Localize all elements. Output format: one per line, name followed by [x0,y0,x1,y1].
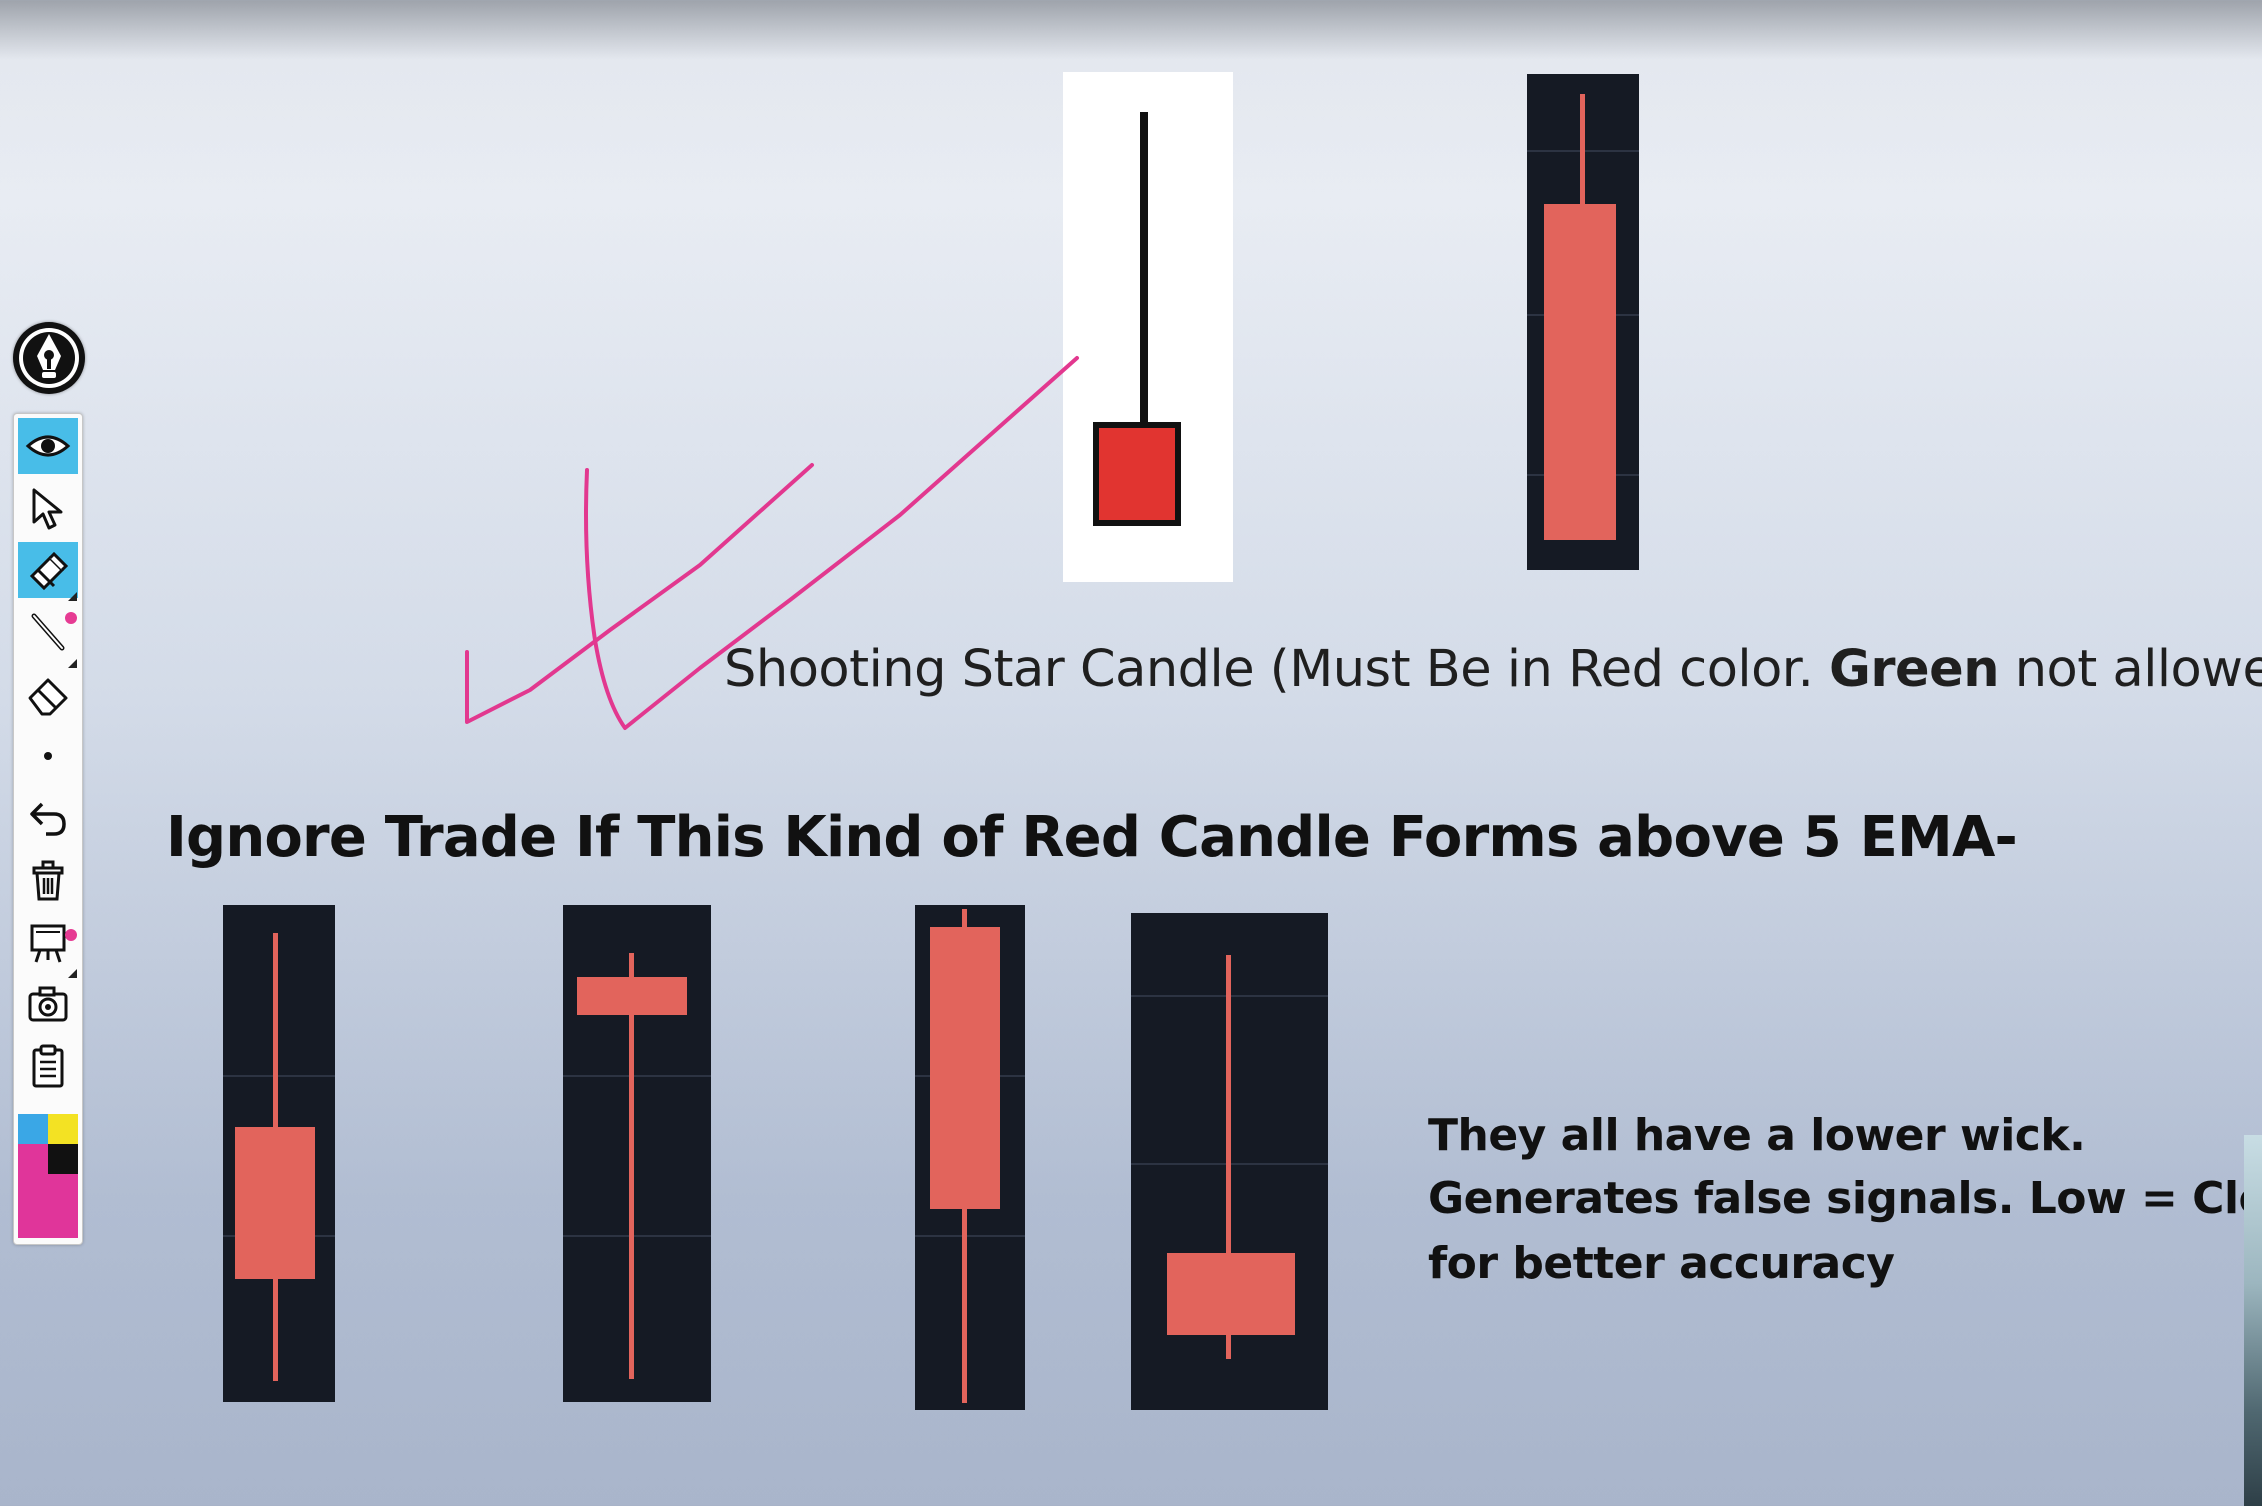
shooting-star-caption: Shooting Star Candle (Must Be in Red col… [724,640,2262,699]
candle-panel-2 [563,905,711,1402]
ignore-trade-heading: Ignore Trade If This Kind of Red Candle … [166,805,2018,870]
candle-body [577,977,687,1015]
candle-body [235,1127,315,1279]
candle-body [930,927,1000,1209]
candle-panel-3 [915,905,1025,1410]
candle-body [1167,1253,1295,1335]
note-line-3: for better accuracy [1428,1238,1895,1289]
candle-panel-4 [1131,913,1328,1410]
candle-wick [629,953,634,1379]
note-line-2: Generates false signals. Low = Close [1428,1173,2262,1224]
webcam-thumbnail-edge [2244,1135,2262,1506]
note-line-1: They all have a lower wick. [1428,1110,2086,1161]
candle-panel-1 [223,905,335,1402]
